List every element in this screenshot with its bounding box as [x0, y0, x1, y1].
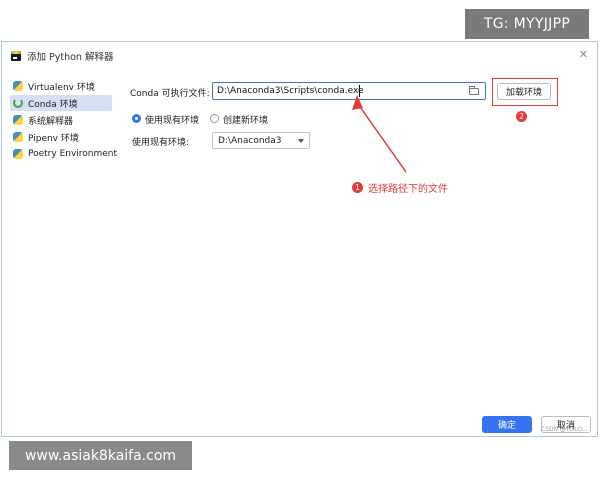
annotation-arrow-line: [357, 103, 407, 173]
site-watermark: www.asiak8kaifa.com: [9, 441, 192, 470]
annotation-arrow: [352, 95, 407, 173]
